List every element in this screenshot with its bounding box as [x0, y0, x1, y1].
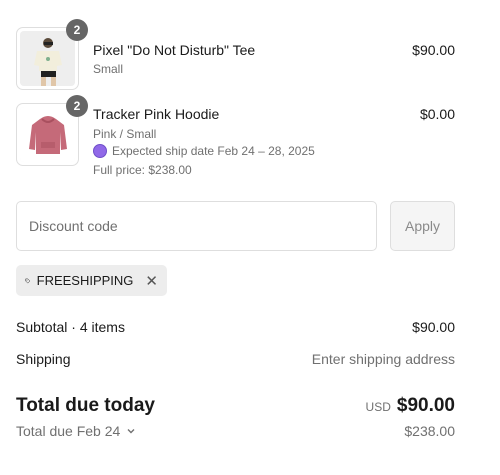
ship-date-note: Expected ship date Feb 24 – 28, 2025: [93, 144, 315, 158]
ship-date-text: Expected ship date Feb 24 – 28, 2025: [112, 144, 315, 158]
applied-discount-tag: FREESHIPPING ✕: [16, 265, 167, 296]
total-amount: $90.00: [396, 395, 455, 416]
product-thumbnail-tee: 2: [16, 19, 88, 90]
item-variant: Pink / Small: [93, 127, 157, 141]
discount-code-input[interactable]: [16, 201, 377, 251]
apply-discount-button[interactable]: Apply: [390, 201, 455, 251]
full-price-note: Full price: $238.00: [93, 163, 192, 177]
product-thumbnail-hoodie: 2: [16, 95, 88, 166]
item-variant: Small: [93, 62, 124, 76]
hoodie-image: [20, 107, 75, 162]
ship-status-icon: [93, 144, 107, 158]
item-title: Tracker Pink Hoodie: [93, 106, 220, 122]
item-price: $0.00: [419, 106, 455, 122]
tee-image: [20, 31, 75, 86]
chevron-down-icon: [127, 429, 135, 434]
tag-icon: [25, 278, 31, 283]
quantity-badge: 2: [66, 95, 88, 117]
total-due-later-value: $238.00: [404, 423, 455, 439]
subtotal-label: Subtotal · 4 items: [16, 319, 125, 335]
total-label: Total due today: [16, 395, 155, 416]
quantity-badge: 2: [66, 19, 88, 41]
item-price: $90.00: [412, 42, 455, 58]
total-amount-group: USD $90.00: [366, 395, 455, 417]
shipping-label: Shipping: [16, 351, 71, 367]
shipping-value: Enter shipping address: [311, 351, 455, 367]
subtotal-value: $90.00: [412, 319, 455, 335]
remove-discount-icon[interactable]: ✕: [145, 272, 158, 290]
total-due-later-toggle[interactable]: Total due Feb 24: [16, 423, 136, 439]
discount-code-text: FREESHIPPING: [36, 273, 134, 288]
total-due-later-label: Total due Feb 24: [16, 423, 121, 439]
item-title: Pixel "Do Not Disturb" Tee: [93, 42, 256, 58]
currency-code: USD: [365, 400, 391, 414]
